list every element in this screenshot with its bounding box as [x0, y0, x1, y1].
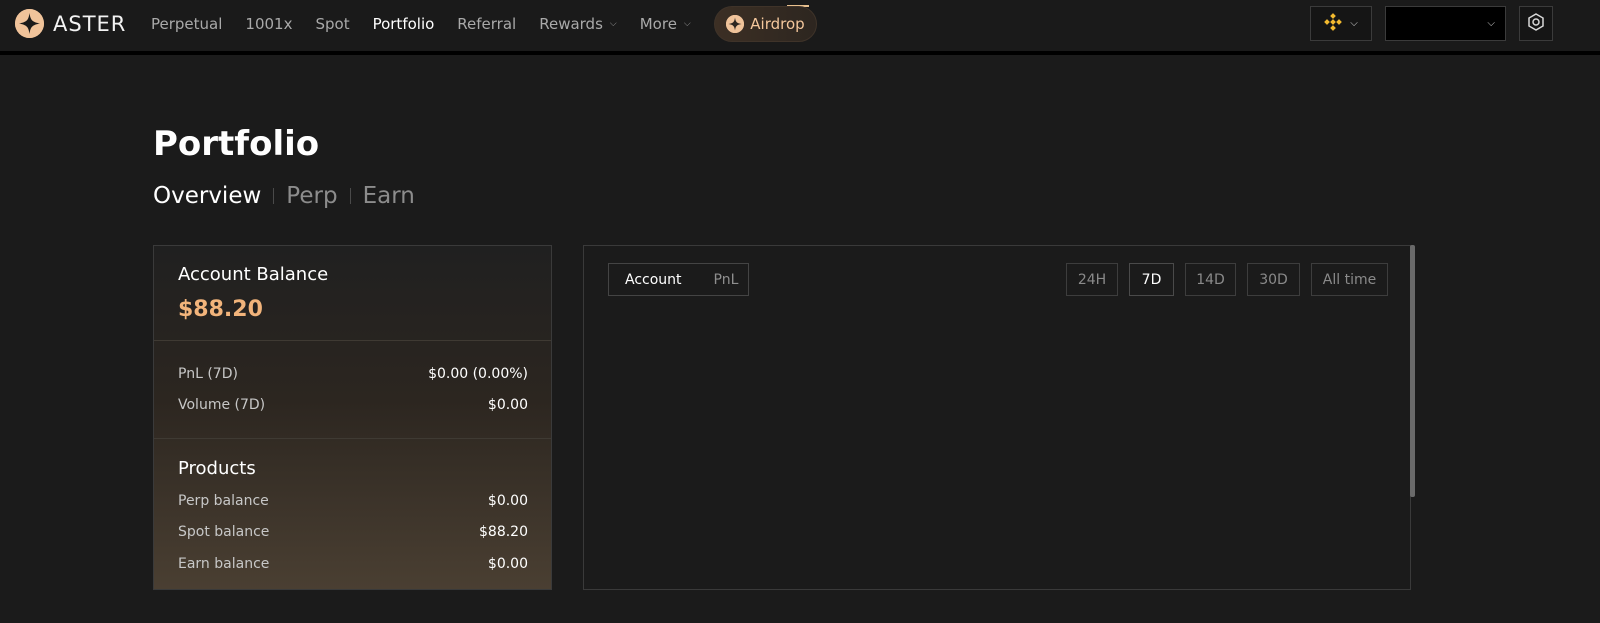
product-row-spot: Spot balance $88.20 — [178, 524, 528, 540]
main-nav: Perpetual 1001x Spot Portfolio Referral … — [151, 15, 714, 33]
bnb-chain-icon — [1324, 12, 1343, 35]
product-value: $88.20 — [479, 524, 528, 540]
range-30d-button[interactable]: 30D — [1247, 263, 1300, 296]
nav-item-label: Referral — [457, 15, 517, 33]
account-balance-label: Account Balance — [178, 264, 329, 285]
toggle-pnl[interactable]: PnL — [698, 272, 755, 288]
tab-divider — [349, 188, 351, 204]
divider — [154, 340, 551, 341]
portfolio-tabs: Overview Perp Earn — [153, 183, 415, 209]
stat-label: Volume (7D) — [178, 397, 266, 413]
aster-logo-icon — [726, 15, 745, 33]
nav-item-spot[interactable]: Spot — [315, 15, 349, 33]
product-value: $0.00 — [487, 493, 528, 509]
page-title: Portfolio — [153, 124, 320, 164]
chart-type-toggle: Account PnL — [608, 263, 749, 296]
tab-overview[interactable]: Overview — [153, 183, 261, 209]
nav-item-portfolio[interactable]: Portfolio — [373, 15, 435, 33]
product-value: $0.00 — [487, 556, 528, 572]
chevron-down-icon: ⌵ — [1487, 18, 1495, 29]
tab-divider — [273, 188, 275, 204]
product-label: Spot balance — [178, 524, 270, 540]
nav-item-perpetual[interactable]: Perpetual — [151, 15, 222, 33]
stat-row-pnl: PnL (7D) $0.00 (0.00%) — [178, 366, 528, 382]
account-balance-value: $88.20 — [178, 297, 263, 322]
nav-item-rewards[interactable]: Rewards ⌵ — [539, 15, 617, 33]
aster-logo-icon — [15, 9, 44, 38]
stat-value: $0.00 — [487, 397, 528, 413]
chevron-down-icon: ⌵ — [609, 19, 617, 29]
settings-button[interactable] — [1519, 6, 1553, 41]
nav-item-more[interactable]: More ⌵ — [640, 15, 691, 33]
stat-label: PnL (7D) — [178, 366, 238, 382]
range-all-time-button[interactable]: All time — [1311, 263, 1388, 296]
nav-item-label: More — [639, 15, 677, 33]
tab-earn[interactable]: Earn — [363, 183, 415, 209]
nav-item-label: Spot — [315, 15, 350, 33]
range-7d-button[interactable]: 7D — [1129, 263, 1174, 296]
chevron-down-icon: ⌵ — [1350, 18, 1358, 29]
chart-panel: Account PnL 24H 7D 14D 30D All time — [583, 245, 1411, 590]
product-row-perp: Perp balance $0.00 — [178, 493, 528, 509]
wallet-account-button[interactable]: ⌵ — [1385, 6, 1506, 41]
range-14d-button[interactable]: 14D — [1185, 263, 1236, 296]
account-summary-card: Account Balance $88.20 PnL (7D) $0.00 (0… — [153, 245, 552, 590]
chevron-down-icon: ⌵ — [683, 19, 691, 29]
airdrop-label: Airdrop — [750, 15, 805, 33]
toggle-account[interactable]: Account — [609, 272, 698, 288]
airdrop-button[interactable]: Airdrop — [714, 6, 817, 42]
top-navigation-bar: ASTER Perpetual 1001x Spot Portfolio Ref… — [0, 0, 1600, 55]
nav-item-label: Perpetual — [151, 15, 223, 33]
nav-item-label: Portfolio — [372, 15, 435, 33]
nav-item-label: Rewards — [539, 15, 603, 33]
settings-hex-icon — [1526, 12, 1546, 36]
chain-selector-button[interactable]: ⌵ — [1310, 6, 1372, 41]
nav-item-referral[interactable]: Referral — [457, 15, 516, 33]
product-label: Perp balance — [178, 493, 269, 509]
nav-item-1001x[interactable]: 1001x — [245, 15, 292, 33]
panel-scrollbar[interactable] — [1410, 245, 1415, 497]
range-24h-button[interactable]: 24H — [1066, 263, 1118, 296]
divider — [154, 438, 551, 439]
products-title: Products — [178, 458, 256, 479]
stat-value: $0.00 (0.00%) — [428, 366, 528, 382]
nav-item-label: 1001x — [245, 15, 293, 33]
logo-text: ASTER — [53, 11, 127, 36]
product-row-earn: Earn balance $0.00 — [178, 556, 528, 572]
logo[interactable]: ASTER — [15, 9, 126, 38]
stat-row-volume: Volume (7D) $0.00 — [178, 397, 528, 413]
tab-perp[interactable]: Perp — [286, 183, 337, 209]
product-label: Earn balance — [178, 556, 270, 572]
